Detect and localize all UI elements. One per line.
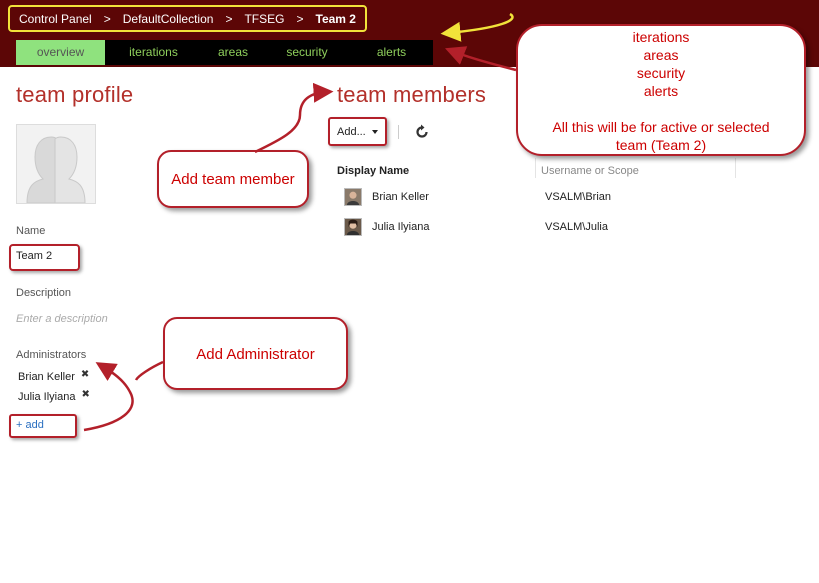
toolbar-divider <box>398 125 399 139</box>
breadcrumb-separator: > <box>225 11 233 26</box>
callout-line: alerts <box>643 83 679 99</box>
arrow-to-administrators <box>83 362 134 432</box>
administrator-name: Brian Keller <box>18 371 75 383</box>
callout-line: All this will be for active or selected … <box>552 119 770 153</box>
callout-line: areas <box>643 47 679 63</box>
member-display-name: Brian Keller <box>372 191 429 203</box>
arrow-to-members-heading <box>254 82 334 154</box>
administrators-label: Administrators <box>16 349 87 361</box>
breadcrumb-control-panel[interactable]: Control Panel <box>19 12 92 26</box>
add-member-callout: Add team member <box>157 150 309 208</box>
breadcrumb-separator: > <box>103 11 111 26</box>
member-display-name: Julia Ilyiana <box>372 221 430 233</box>
breadcrumb-current-team: Team 2 <box>315 11 356 26</box>
display-name-column-header[interactable]: Display Name <box>337 165 409 177</box>
team-avatar[interactable] <box>16 124 96 204</box>
tab-areas[interactable]: areas <box>202 40 264 65</box>
team-members-heading: team members <box>337 82 487 107</box>
add-administrator-link[interactable]: + add <box>16 419 44 431</box>
team-silhouette-icon <box>17 125 95 204</box>
callout-line: iterations <box>632 29 690 45</box>
description-label: Description <box>16 287 72 299</box>
name-label: Name <box>16 225 46 237</box>
administrator-item: Julia Ilyiana ✖ <box>18 389 90 404</box>
column-divider <box>735 158 736 178</box>
callout-line <box>518 100 804 118</box>
breadcrumb-separator: > <box>296 11 304 26</box>
column-divider <box>535 158 536 178</box>
team-profile-heading: team profile <box>16 82 134 107</box>
member-photo <box>344 218 362 236</box>
breadcrumb: Control Panel > DefaultCollection > TFSE… <box>8 5 367 32</box>
username-column-header[interactable]: Username or Scope <box>541 165 639 177</box>
description-field[interactable]: Enter a description <box>16 313 108 325</box>
administrator-name: Julia Ilyiana <box>18 391 76 403</box>
breadcrumb-default-collection[interactable]: DefaultCollection <box>123 12 214 26</box>
tab-iterations[interactable]: iterations <box>105 40 202 65</box>
add-administrator-callout: Add Administrator <box>163 317 348 390</box>
arrow-from-admin-callout <box>134 360 164 381</box>
tab-security[interactable]: security <box>264 40 350 65</box>
add-member-button[interactable]: Add... <box>337 126 378 138</box>
tabs-note-callout: iterations areas security alerts All thi… <box>516 24 806 156</box>
callout-line: security <box>636 65 686 81</box>
remove-administrator-icon[interactable]: ✖ <box>81 389 89 400</box>
add-member-button-label: Add... <box>337 126 366 138</box>
remove-administrator-icon[interactable]: ✖ <box>81 369 89 380</box>
team-name-field[interactable]: Team 2 <box>16 250 52 262</box>
breadcrumb-tfseg[interactable]: TFSEG <box>244 12 284 26</box>
member-photo <box>344 188 362 206</box>
member-username: VSALM\Julia <box>545 221 608 233</box>
administrator-item: Brian Keller ✖ <box>18 369 89 384</box>
member-username: VSALM\Brian <box>545 191 612 203</box>
tab-strip: overview iterations areas security alert… <box>16 40 433 65</box>
dropdown-caret-icon <box>371 130 378 134</box>
tab-alerts[interactable]: alerts <box>350 40 433 65</box>
tab-overview[interactable]: overview <box>16 40 105 65</box>
refresh-icon[interactable] <box>413 123 431 141</box>
